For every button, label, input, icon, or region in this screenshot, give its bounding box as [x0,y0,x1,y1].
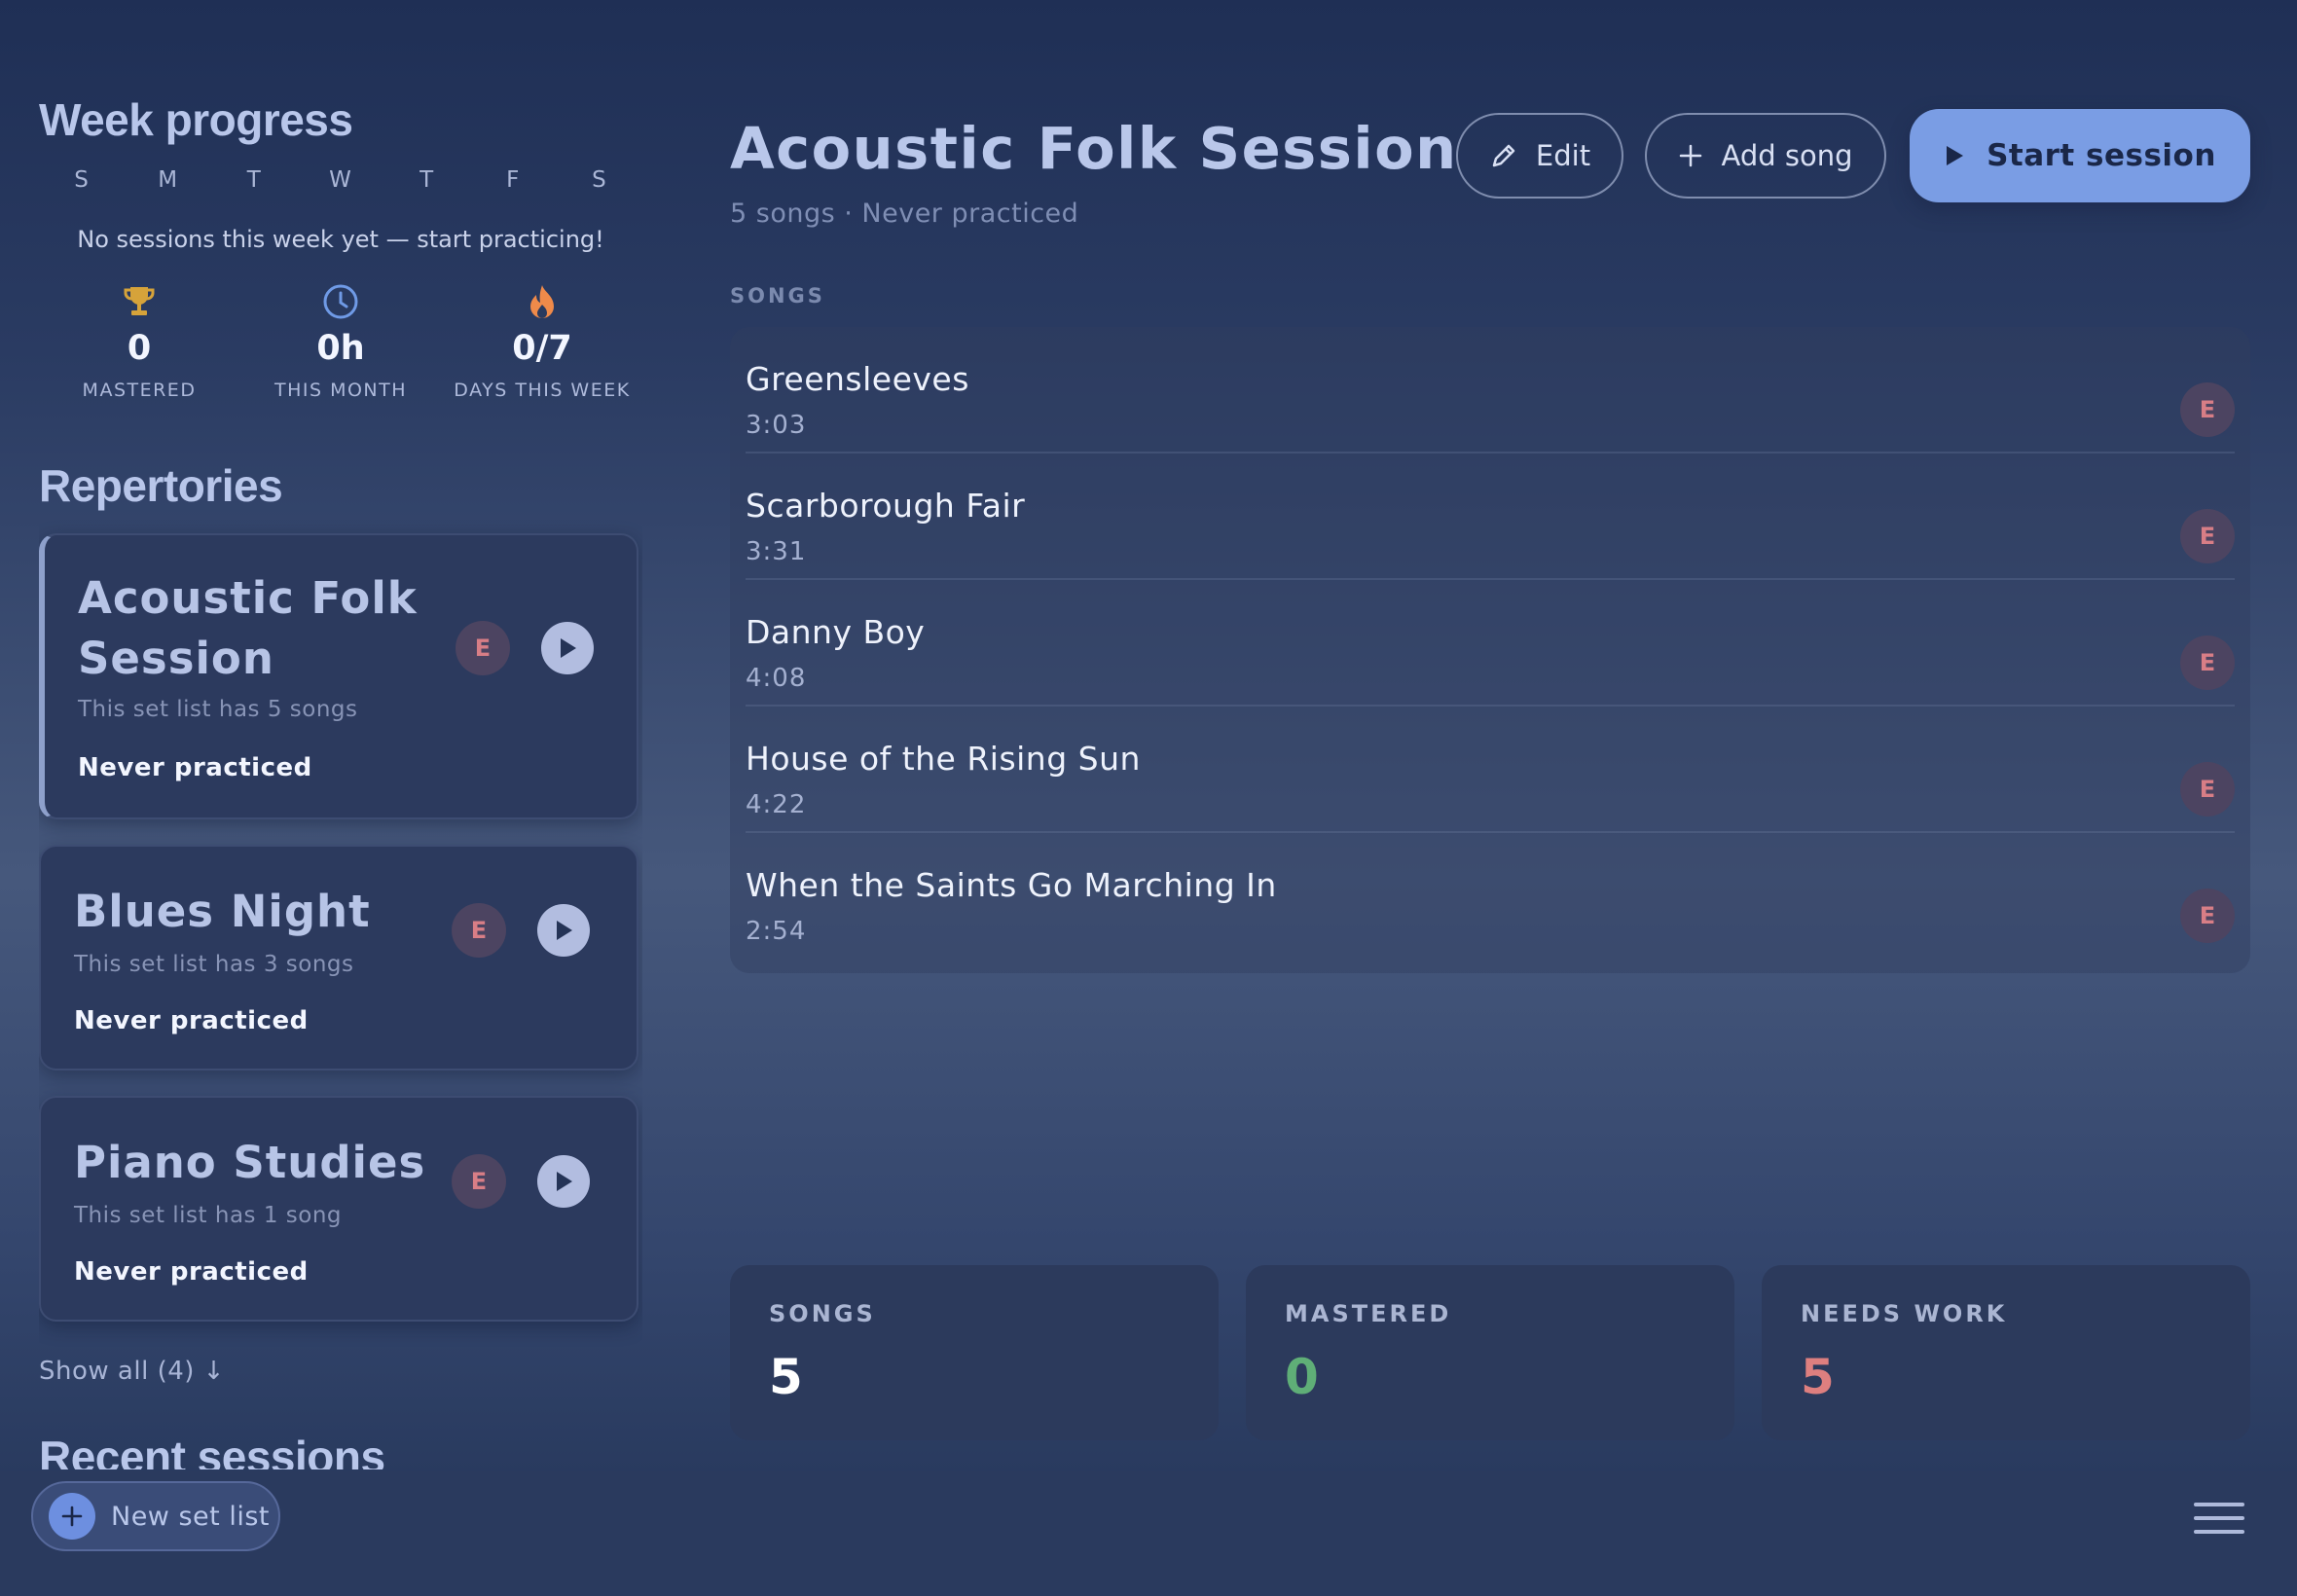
start-session-button[interactable]: Start session [1910,109,2250,202]
repertory-status: Never practiced [74,1257,309,1287]
difficulty-badge: E [2180,762,2235,816]
song-row[interactable]: House of the Rising Sun 4:22 E [746,707,2235,833]
difficulty-badge: E [456,621,510,675]
show-all-link[interactable]: Show all (4) ↓ [39,1357,225,1386]
song-row[interactable]: Scarborough Fair 3:31 E [746,453,2235,580]
summary-label: NEEDS WORK [1801,1300,2008,1327]
day-label: T [419,167,435,193]
summary-value: 5 [1801,1349,1835,1405]
repertory-subtitle: This set list has 1 song [74,1203,343,1228]
difficulty-badge: E [2180,509,2235,563]
week-days: S M T W T F S [39,167,642,193]
song-row[interactable]: When the Saints Go Marching In 2:54 E [746,833,2235,960]
song-duration: 3:31 [746,537,807,566]
day-label: F [506,167,521,193]
menu-button[interactable] [2194,1499,2244,1538]
song-duration: 3:03 [746,411,807,440]
song-row[interactable]: Danny Boy 4:08 E [746,580,2235,707]
song-duration: 4:22 [746,790,807,819]
day-label: S [592,167,607,193]
page-title: Acoustic Folk Session [730,115,1458,182]
repertory-card-acoustic-folk-session[interactable]: Acoustic Folk Session This set list has … [39,533,638,819]
plus-icon [1680,144,1702,167]
summary-card-songs: SONGS 5 [730,1265,1219,1440]
page-subtitle: 5 songs · Never practiced [730,199,1079,229]
repertory-card-piano-studies[interactable]: Piano Studies This set list has 1 song N… [39,1096,638,1322]
repertory-status: Never practiced [78,753,312,782]
repertory-status: Never practiced [74,1006,309,1035]
songs-section-label: SONGS [730,284,825,308]
play-icon [1947,146,1964,165]
song-title: Scarborough Fair [746,487,1026,525]
song-duration: 4:08 [746,664,807,693]
summary-label: SONGS [769,1300,876,1327]
repertory-subtitle: This set list has 3 songs [74,952,354,977]
stat-label: DAYS THIS WEEK [454,380,631,401]
play-button[interactable] [537,1155,590,1208]
repertory-subtitle: This set list has 5 songs [78,697,358,722]
repertory-name: Piano Studies [74,1137,426,1188]
stat-value: 0/7 [512,329,572,368]
song-duration: 2:54 [746,917,807,946]
add-song-button[interactable]: Add song [1645,113,1886,199]
song-row[interactable]: Greensleeves 3:03 E [746,327,2235,453]
start-session-label: Start session [1987,138,2216,173]
summary-value: 5 [769,1349,803,1405]
difficulty-badge: E [2180,382,2235,437]
difficulty-badge: E [452,903,506,958]
main-panel: Acoustic Folk Session 5 songs · Never pr… [730,0,2250,1460]
summary-card-mastered: MASTERED 0 [1246,1265,1734,1440]
summary-label: MASTERED [1285,1300,1452,1327]
summary-value: 0 [1285,1349,1319,1405]
stat-this-month: 0h THIS MONTH [240,280,441,401]
week-progress-title: Week progress [39,94,353,145]
sidebar: Week progress S M T W T F S No sessions … [39,0,642,1469]
stat-value: 0 [127,329,152,368]
play-icon [561,638,576,658]
recent-sessions-title: Recent sessions [39,1432,385,1469]
difficulty-badge: E [452,1154,506,1209]
repertories-title: Repertories [39,460,283,511]
clock-icon [240,280,441,323]
new-set-list-button[interactable]: New set list [31,1481,280,1551]
hamburger-icon [2194,1503,2244,1534]
play-icon [557,1172,572,1191]
repertory-name: Blues Night [74,886,371,937]
edit-button[interactable]: Edit [1456,113,1623,199]
song-list: Greensleeves 3:03 E Scarborough Fair 3:3… [730,327,2250,973]
trophy-icon [39,280,239,323]
stat-label: THIS MONTH [273,380,408,401]
summary-card-needs-work: NEEDS WORK 5 [1762,1265,2250,1440]
stat-value: 0h [316,329,365,368]
stat-mastered: 0 MASTERED [39,280,239,401]
song-title: Danny Boy [746,613,926,651]
day-label: M [158,167,179,193]
play-button[interactable] [541,622,594,674]
week-stats: 0 MASTERED 0h THIS MONTH 0/7 DAYS THIS W… [39,280,642,401]
day-label: T [246,167,262,193]
plus-icon [49,1493,95,1540]
difficulty-badge: E [2180,635,2235,690]
difficulty-badge: E [2180,889,2235,943]
bottom-bar [0,1471,2297,1596]
add-song-label: Add song [1721,139,1853,172]
play-button[interactable] [537,904,590,957]
repertory-name: Acoustic Folk Session [78,572,418,684]
stat-label: MASTERED [82,380,197,401]
new-set-list-label: New set list [111,1501,270,1532]
repertory-card-blues-night[interactable]: Blues Night This set list has 3 songs Ne… [39,845,638,1070]
flame-icon [442,280,642,323]
week-message: No sessions this week yet — start practi… [77,226,604,253]
day-label: S [74,167,90,193]
play-icon [557,921,572,940]
song-title: Greensleeves [746,360,969,398]
pencil-icon [1492,144,1515,167]
song-title: House of the Rising Sun [746,740,1141,778]
edit-label: Edit [1535,139,1591,172]
song-title: When the Saints Go Marching In [746,866,1277,904]
stat-days-this-week: 0/7 DAYS THIS WEEK [442,280,642,401]
day-label: W [329,167,352,193]
